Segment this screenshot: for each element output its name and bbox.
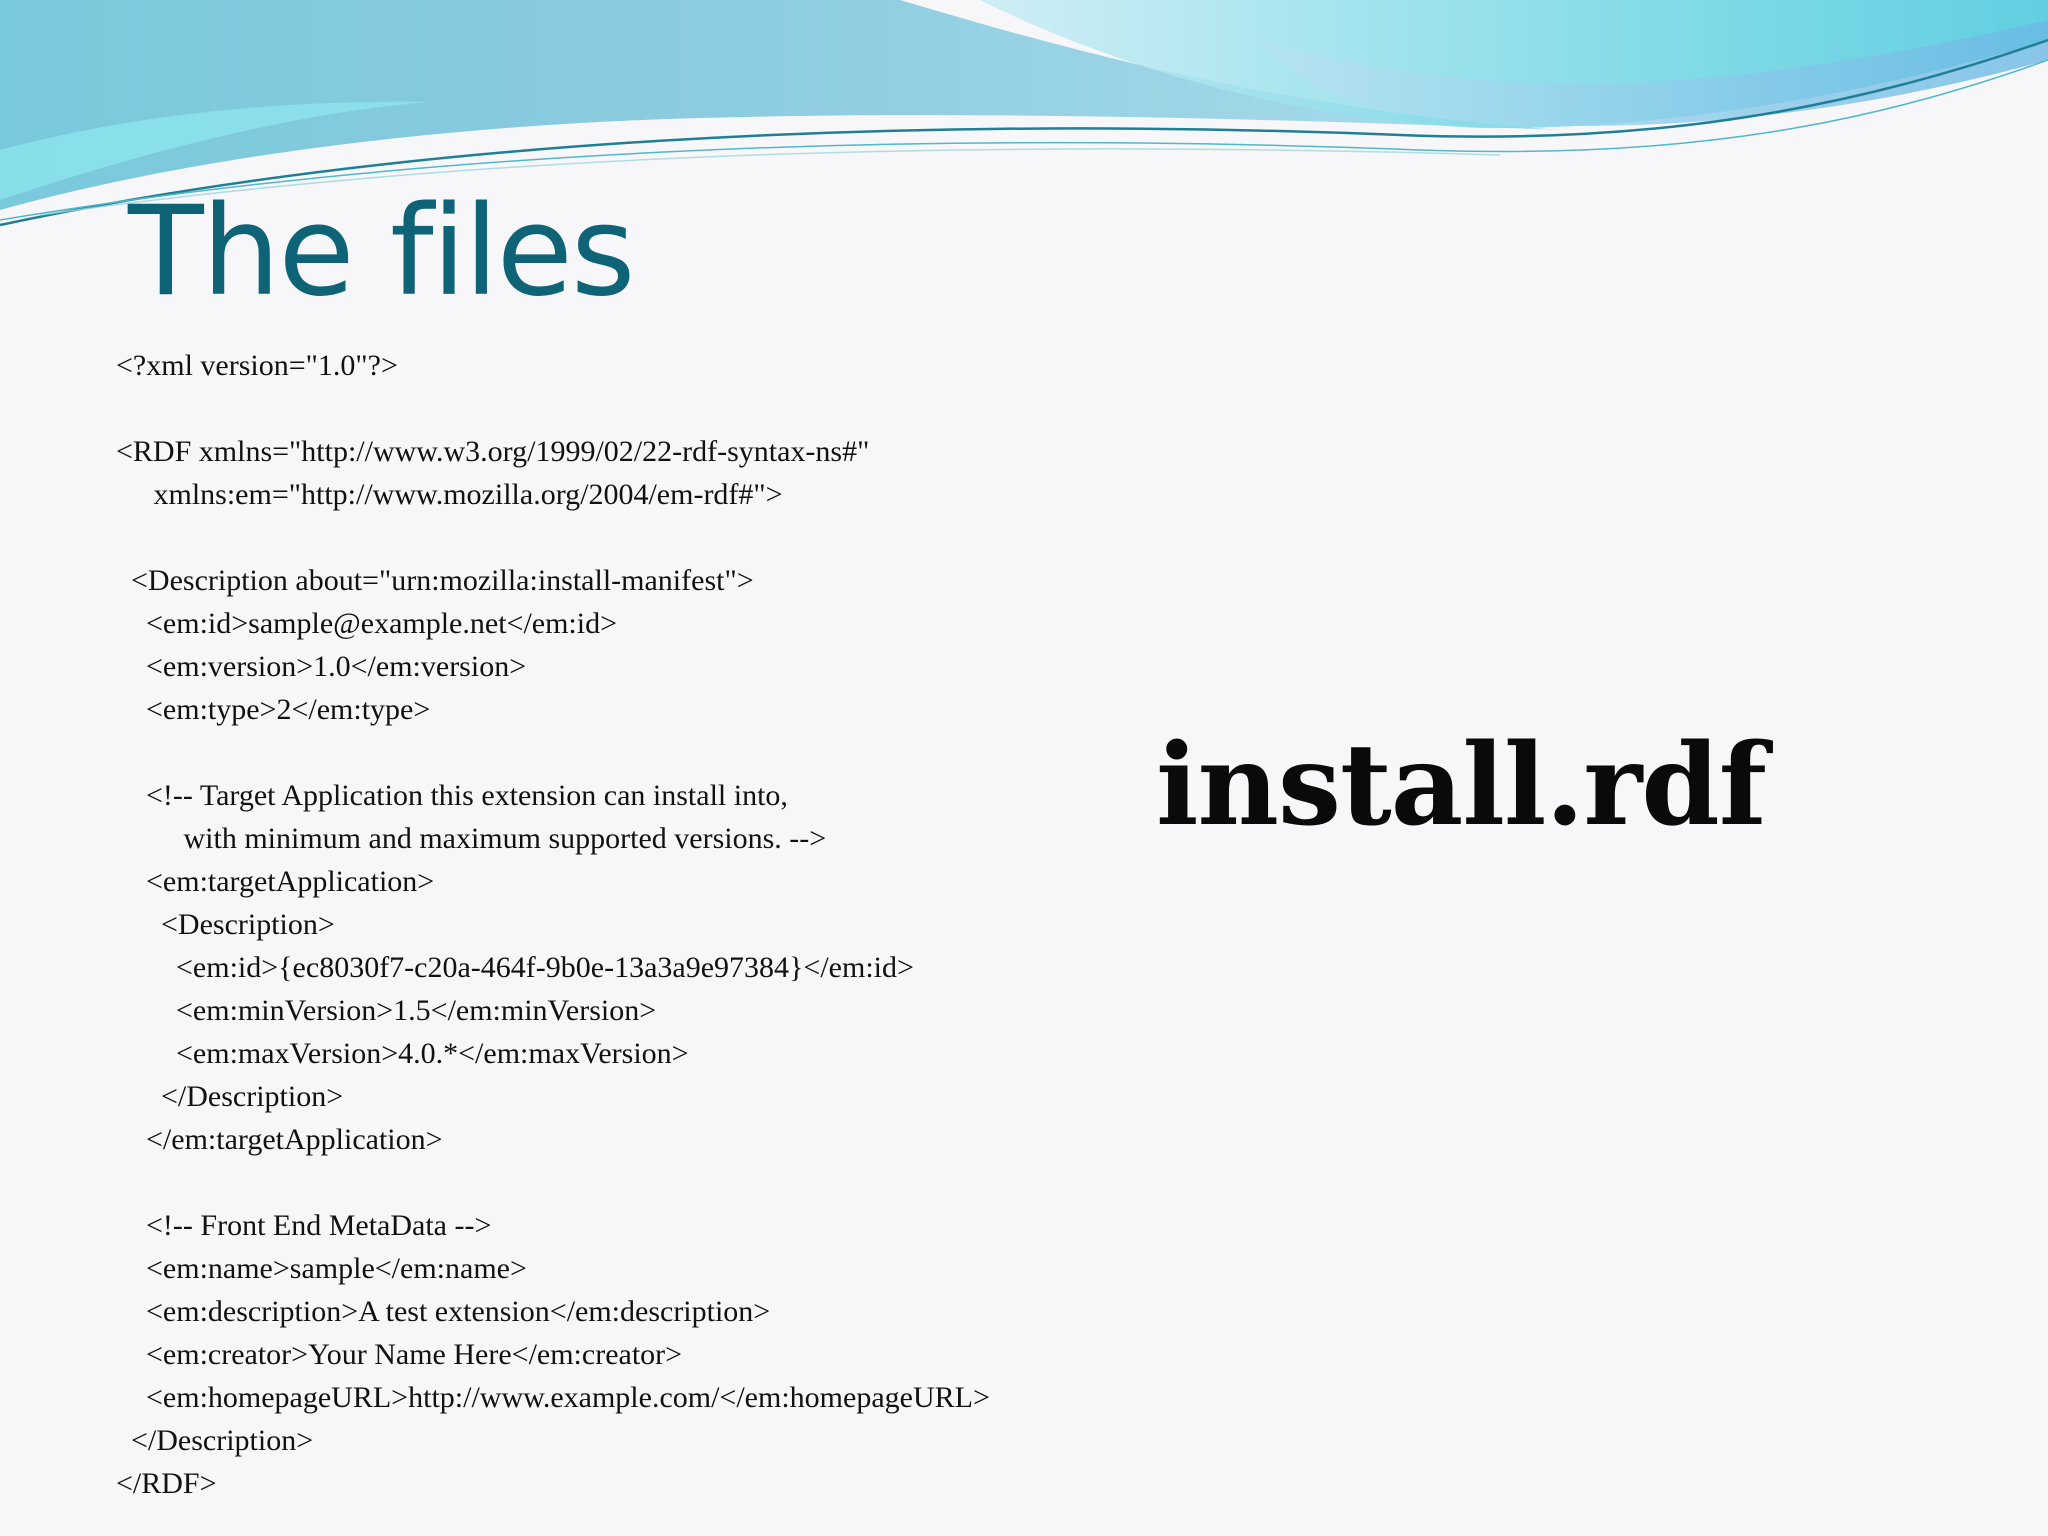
code-line: <em:homepageURL>http://www.example.com/<… [116,1381,990,1414]
code-line: </Description> [116,1080,344,1113]
install-rdf-code-block: <?xml version="1.0"?> <RDF xmlns="http://… [116,344,1196,1505]
code-line: <em:maxVersion>4.0.*</em:maxVersion> [116,1037,689,1070]
slide-title: The files [128,180,635,324]
code-line: </RDF> [116,1467,217,1500]
code-line: <Description> [116,908,335,941]
code-line: <RDF xmlns="http://www.w3.org/1999/02/22… [116,435,870,468]
code-line: with minimum and maximum supported versi… [116,822,827,855]
code-line: <?xml version="1.0"?> [116,349,398,382]
code-line: </em:targetApplication> [116,1123,443,1156]
code-line: <em:targetApplication> [116,865,435,898]
file-name-label: install.rdf [1156,720,1767,851]
code-line: <!-- Target Application this extension c… [116,779,788,812]
code-line: xmlns:em="http://www.mozilla.org/2004/em… [116,478,783,511]
code-line: <em:type>2</em:type> [116,693,431,726]
code-line: <em:id>{ec8030f7-c20a-464f-9b0e-13a3a9e9… [116,951,914,984]
code-line: <em:id>sample@example.net</em:id> [116,607,618,640]
code-line: <em:minVersion>1.5</em:minVersion> [116,994,657,1027]
slide: The files <?xml version="1.0"?> <RDF xmln… [0,0,2048,1536]
code-line: </Description> [116,1424,314,1457]
code-line: <Description about="urn:mozilla:install-… [116,564,754,597]
code-line: <em:name>sample</em:name> [116,1252,527,1285]
code-line: <!-- Front End MetaData --> [116,1209,492,1242]
code-line: <em:description>A test extension</em:des… [116,1295,771,1328]
code-line: <em:version>1.0</em:version> [116,650,527,683]
code-line: <em:creator>Your Name Here</em:creator> [116,1338,683,1371]
